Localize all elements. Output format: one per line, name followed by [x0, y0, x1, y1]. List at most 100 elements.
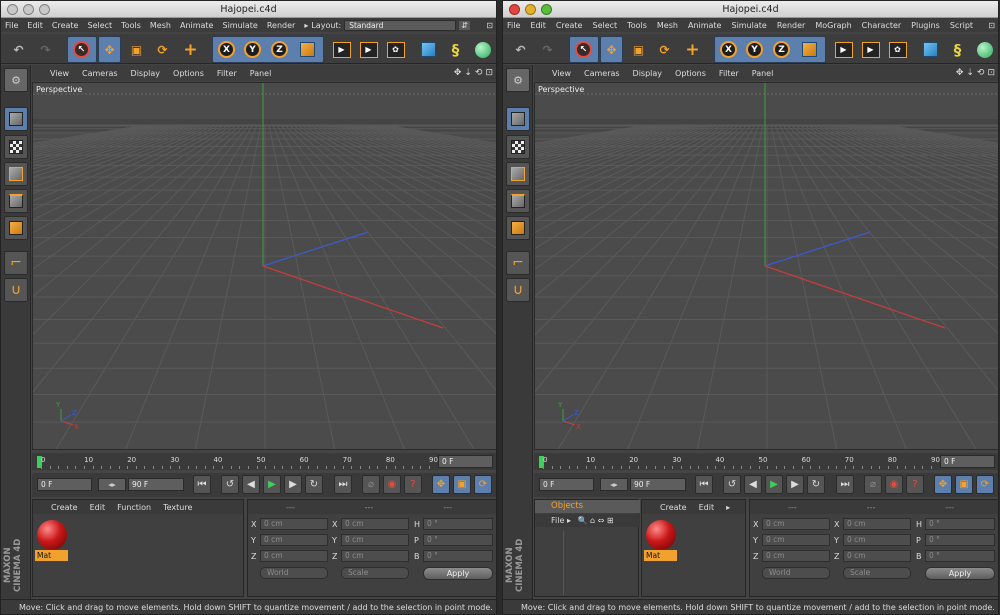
- axis-mode-icon[interactable]: ⌐: [4, 251, 28, 275]
- next-key-icon[interactable]: ↻: [807, 475, 825, 494]
- cube-primitive-icon[interactable]: [417, 38, 440, 61]
- z-axis-lock-icon[interactable]: Z: [770, 38, 793, 61]
- key-position-icon[interactable]: ✥: [432, 475, 450, 494]
- go-to-end-icon[interactable]: ⏭: [836, 475, 854, 494]
- menu-tools[interactable]: Tools: [627, 21, 647, 30]
- x-axis-lock-icon[interactable]: X: [717, 38, 740, 61]
- menu-display[interactable]: Display: [131, 69, 161, 78]
- redo-icon[interactable]: ↷: [34, 38, 57, 61]
- minimize-icon[interactable]: [23, 4, 34, 15]
- layout-expand-icon[interactable]: ⇵: [459, 20, 470, 30]
- material-menu-edit[interactable]: Edit: [699, 503, 715, 512]
- render-settings-icon[interactable]: ✿: [886, 38, 909, 61]
- autokey-icon[interactable]: ◉: [383, 475, 401, 494]
- render-picture-viewer-icon[interactable]: ▶: [859, 38, 882, 61]
- object-list[interactable]: [539, 530, 564, 595]
- coordinate-system-icon[interactable]: [296, 38, 319, 61]
- position-y-field[interactable]: 0 cm: [260, 534, 328, 546]
- key-rotation-icon[interactable]: ⟳: [474, 475, 492, 494]
- timeline-track[interactable]: 0 10 20 30 40 50 60 70 80 90: [37, 456, 438, 469]
- menu-simulate[interactable]: Simulate: [731, 21, 766, 30]
- apply-button[interactable]: Apply: [423, 567, 493, 580]
- home-icon[interactable]: ⌂: [590, 516, 595, 525]
- live-selection-icon[interactable]: ↖: [572, 38, 595, 61]
- point-mode-icon[interactable]: [4, 162, 28, 186]
- object-menu-file[interactable]: File: [551, 516, 564, 525]
- axis-mode-icon[interactable]: ⌐: [506, 251, 530, 275]
- dolly-icon[interactable]: ⇣: [966, 68, 974, 78]
- menu-simulate[interactable]: Simulate: [222, 21, 257, 30]
- zoom-icon[interactable]: [39, 4, 50, 15]
- menu-arrow-icon[interactable]: ▸: [567, 516, 571, 525]
- perspective-viewport[interactable]: Y ZX Perspective: [534, 82, 998, 450]
- edge-mode-icon[interactable]: [4, 189, 28, 213]
- make-editable-icon[interactable]: ⚙: [506, 68, 530, 92]
- menu-create[interactable]: Create: [52, 21, 79, 30]
- add-icon[interactable]: ⊞: [607, 516, 614, 525]
- next-frame-icon[interactable]: ▶: [786, 475, 804, 494]
- close-icon[interactable]: [7, 4, 18, 15]
- transform-mode-select[interactable]: Scale: [341, 567, 409, 579]
- next-key-icon[interactable]: ↻: [305, 475, 323, 494]
- menu-display[interactable]: Display: [633, 69, 663, 78]
- position-x-field[interactable]: 0 cm: [762, 518, 830, 530]
- rotate-tool-icon[interactable]: ⟳: [151, 38, 174, 61]
- key-scale-icon[interactable]: ▣: [453, 475, 471, 494]
- menu-view[interactable]: View: [50, 69, 69, 78]
- rotate-tool-icon[interactable]: ⟳: [653, 38, 676, 61]
- menu-render[interactable]: Render: [267, 21, 295, 30]
- create-tool-icon[interactable]: +: [681, 38, 704, 61]
- texture-mode-icon[interactable]: [4, 135, 28, 159]
- menu-tools[interactable]: Tools: [121, 21, 141, 30]
- close-icon[interactable]: [509, 4, 520, 15]
- snap-magnet-icon[interactable]: ∪: [506, 278, 530, 302]
- previous-frame-icon[interactable]: ◀: [744, 475, 762, 494]
- menu-character[interactable]: Character: [862, 21, 902, 30]
- transform-mode-select[interactable]: Scale: [843, 567, 911, 579]
- play-icon[interactable]: ▶: [263, 475, 281, 494]
- scale-tool-icon[interactable]: ▣: [627, 38, 650, 61]
- material-preview-icon[interactable]: [37, 520, 67, 550]
- menu-filter[interactable]: Filter: [217, 69, 237, 78]
- scale-tool-icon[interactable]: ▣: [125, 38, 148, 61]
- polygon-mode-icon[interactable]: [4, 216, 28, 240]
- end-frame-field[interactable]: 0 F: [438, 455, 493, 468]
- range-slider[interactable]: ◂▸: [98, 478, 126, 491]
- model-mode-icon[interactable]: [506, 107, 530, 131]
- size-y-field[interactable]: 0 cm: [341, 534, 409, 546]
- timeline-ruler[interactable]: 0 10 20 30 40 50 60 70 80 90 0 F: [32, 453, 496, 470]
- minimize-icon[interactable]: [525, 4, 536, 15]
- menu-options[interactable]: Options: [173, 69, 204, 78]
- menu-script[interactable]: Script: [950, 21, 973, 30]
- rotation-p-field[interactable]: 0 °: [925, 534, 995, 546]
- size-y-field[interactable]: 0 cm: [843, 534, 911, 546]
- undo-icon[interactable]: ↶: [509, 38, 532, 61]
- rotation-h-field[interactable]: 0 °: [925, 518, 995, 530]
- menu-select[interactable]: Select: [592, 21, 617, 30]
- position-y-field[interactable]: 0 cm: [762, 534, 830, 546]
- live-selection-icon[interactable]: ↖: [70, 38, 93, 61]
- edge-mode-icon[interactable]: [506, 189, 530, 213]
- menu-cameras[interactable]: Cameras: [584, 69, 620, 78]
- position-z-field[interactable]: 0 cm: [762, 550, 830, 562]
- move-tool-icon[interactable]: ✥: [600, 38, 623, 61]
- key-scale-icon[interactable]: ▣: [955, 475, 973, 494]
- title-bar[interactable]: Hajopei.c4d: [503, 1, 998, 18]
- rotation-p-field[interactable]: 0 °: [423, 534, 493, 546]
- coordinate-system-icon[interactable]: [798, 38, 821, 61]
- previous-key-icon[interactable]: ↺: [723, 475, 741, 494]
- rotation-h-field[interactable]: 0 °: [423, 518, 493, 530]
- material-menu-texture[interactable]: Texture: [163, 503, 192, 512]
- render-picture-viewer-icon[interactable]: ▶: [357, 38, 380, 61]
- key-position-icon[interactable]: ✥: [934, 475, 952, 494]
- menu-mesh[interactable]: Mesh: [657, 21, 678, 30]
- timeline-ruler[interactable]: 0 10 20 30 40 50 60 70 80 90 0 F: [534, 453, 998, 470]
- polygon-mode-icon[interactable]: [506, 216, 530, 240]
- material-menu-edit[interactable]: Edit: [90, 503, 106, 512]
- material-name[interactable]: Mat: [35, 550, 68, 561]
- move-tool-icon[interactable]: ✥: [98, 38, 121, 61]
- x-axis-lock-icon[interactable]: X: [215, 38, 238, 61]
- make-editable-icon[interactable]: ⚙: [4, 68, 28, 92]
- max-frame-field[interactable]: 90 F: [630, 478, 686, 491]
- menu-animate[interactable]: Animate: [180, 21, 214, 30]
